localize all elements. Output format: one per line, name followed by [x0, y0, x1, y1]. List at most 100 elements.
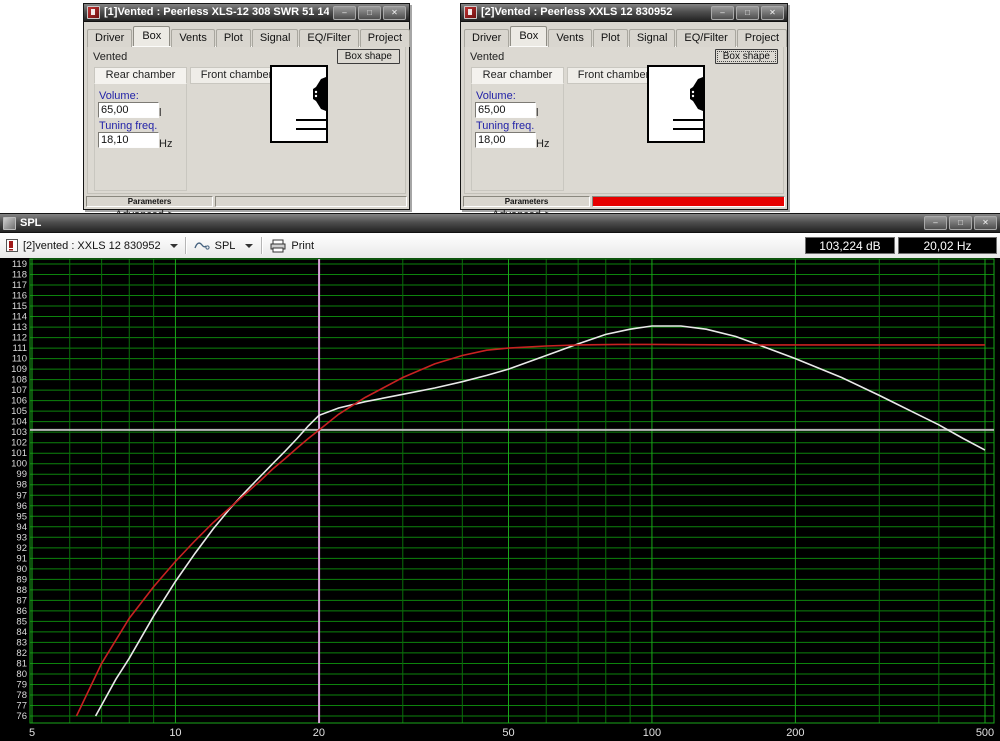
titlebar[interactable]: [1]Vented : Peerless XLS-12 308 SWR 51 1…	[84, 4, 409, 22]
close-button[interactable]: ✕	[761, 6, 784, 20]
box-tab-page: Vented Box shape Rear chamber Front cham…	[464, 47, 784, 194]
status-progress	[215, 196, 407, 207]
project-icon	[6, 239, 18, 252]
y-axis-tick-label: 88	[16, 585, 27, 596]
window-title: SPL	[20, 215, 920, 232]
box-type-label: Vented	[93, 51, 127, 63]
tabstrip: Driver Box Vents Plot Signal EQ/Filter P…	[464, 27, 784, 47]
y-axis-tick-label: 87	[16, 595, 27, 606]
y-axis-tick-label: 90	[16, 564, 27, 575]
volume-input[interactable]	[475, 102, 536, 118]
y-axis-tick-label: 86	[16, 606, 27, 617]
y-axis-tick-label: 89	[16, 574, 27, 585]
tab-rear-chamber[interactable]: Rear chamber	[94, 67, 187, 84]
rear-chamber-panel: Volume: l Tuning freq. Hz Advanced->	[94, 84, 187, 191]
y-axis-tick-label: 94	[16, 522, 27, 533]
y-axis-tick-label: 107	[11, 385, 27, 396]
chevron-down-icon[interactable]	[170, 244, 178, 248]
y-axis-tick-label: 77	[16, 700, 27, 711]
progress-bar	[593, 197, 784, 206]
box-shape-diagram	[647, 65, 705, 143]
box-type-label: Vented	[470, 51, 504, 63]
y-axis-tick-label: 119	[12, 259, 27, 270]
y-axis-tick-label: 103	[11, 427, 27, 438]
y-axis-tick-label: 118	[12, 270, 27, 281]
volume-unit: l	[536, 107, 538, 119]
y-axis-tick-label: 76	[16, 711, 27, 722]
tab-box[interactable]: Box	[510, 26, 547, 46]
minimize-button[interactable]: –	[333, 6, 356, 20]
plot-type-dropdown[interactable]	[240, 237, 254, 254]
close-button[interactable]: ✕	[383, 6, 406, 20]
tab-eq-filter[interactable]: EQ/Filter	[676, 29, 735, 47]
tab-rear-chamber[interactable]: Rear chamber	[471, 67, 564, 84]
y-axis-tick-label: 91	[16, 553, 27, 564]
project-selector-label: [2]vented : XXLS 12 830952	[23, 240, 161, 252]
tab-eq-filter[interactable]: EQ/Filter	[299, 29, 358, 47]
minimize-button[interactable]: –	[924, 216, 947, 230]
tuning-freq-unit: Hz	[536, 138, 549, 150]
statusbar: Parameters	[462, 195, 786, 208]
tab-driver[interactable]: Driver	[87, 29, 132, 47]
box-tab-page: Vented Box shape Rear chamber Front cham…	[87, 47, 406, 194]
tuning-freq-input[interactable]	[98, 132, 159, 148]
y-axis-tick-label: 112	[12, 333, 27, 344]
tuning-freq-unit: Hz	[159, 138, 172, 150]
box-shape-button[interactable]: Box shape	[715, 49, 778, 64]
volume-input[interactable]	[98, 102, 159, 118]
y-axis-tick-label: 116	[12, 291, 27, 302]
tuning-freq-label: Tuning freq.	[99, 120, 157, 132]
y-axis-tick-label: 84	[16, 627, 27, 638]
x-axis-tick-label: 20	[313, 727, 325, 739]
y-axis-tick-label: 111	[13, 343, 27, 354]
box-shape-button[interactable]: Box shape	[337, 49, 400, 64]
tab-project[interactable]: Project	[360, 29, 410, 47]
y-axis-tick-label: 109	[11, 364, 27, 375]
x-axis-tick-label: 100	[643, 727, 661, 739]
y-axis-tick-label: 115	[12, 301, 27, 312]
toolbar-separator	[261, 237, 263, 254]
tab-vents[interactable]: Vents	[548, 29, 592, 47]
box-shape-diagram	[270, 65, 328, 143]
maximize-button[interactable]: □	[949, 216, 972, 230]
minimize-button[interactable]: –	[711, 6, 734, 20]
y-axis-tick-label: 82	[16, 648, 27, 659]
project-selector[interactable]: [2]vented : XXLS 12 830952	[6, 239, 178, 252]
close-button[interactable]: ✕	[974, 216, 997, 230]
tuning-freq-label: Tuning freq.	[476, 120, 534, 132]
print-button[interactable]: Print	[270, 239, 314, 253]
plot-type-selector[interactable]: SPL	[194, 237, 255, 254]
y-axis-tick-label: 108	[11, 375, 27, 386]
titlebar[interactable]: [2]Vented : Peerless XXLS 12 830952 – □ …	[461, 4, 787, 22]
plot-type-label: SPL	[215, 240, 236, 252]
window-vented-2: [2]Vented : Peerless XXLS 12 830952 – □ …	[460, 3, 788, 210]
maximize-button[interactable]: □	[358, 6, 381, 20]
y-axis-tick-label: 96	[16, 501, 27, 512]
rear-chamber-panel: Volume: l Tuning freq. Hz Advanced->	[471, 84, 564, 191]
tab-driver[interactable]: Driver	[464, 29, 509, 47]
spl-window-icon	[3, 217, 16, 230]
titlebar[interactable]: SPL – □ ✕	[0, 214, 1000, 233]
y-axis-tick-label: 85	[16, 616, 27, 627]
tab-plot[interactable]: Plot	[216, 29, 251, 47]
y-axis-tick-label: 113	[12, 322, 27, 333]
tuning-freq-input[interactable]	[475, 132, 536, 148]
window-title: [2]Vented : Peerless XXLS 12 830952	[481, 4, 707, 21]
y-axis-tick-label: 95	[16, 511, 27, 522]
y-axis-tick-label: 117	[12, 280, 27, 291]
y-axis-tick-label: 97	[16, 490, 27, 501]
tab-signal[interactable]: Signal	[629, 29, 676, 47]
maximize-button[interactable]: □	[736, 6, 759, 20]
volume-unit: l	[159, 107, 161, 119]
y-axis-tick-label: 78	[16, 690, 27, 701]
tab-signal[interactable]: Signal	[252, 29, 299, 47]
x-axis-tick-label: 50	[502, 727, 514, 739]
spl-plot[interactable]: 7677787980818283848586878889909192939495…	[0, 258, 1000, 741]
app-icon	[87, 6, 100, 19]
tab-project[interactable]: Project	[737, 29, 787, 47]
y-axis-tick-label: 83	[16, 637, 27, 648]
tab-vents[interactable]: Vents	[171, 29, 215, 47]
printer-icon	[270, 239, 286, 253]
tab-plot[interactable]: Plot	[593, 29, 628, 47]
tab-box[interactable]: Box	[133, 26, 170, 46]
